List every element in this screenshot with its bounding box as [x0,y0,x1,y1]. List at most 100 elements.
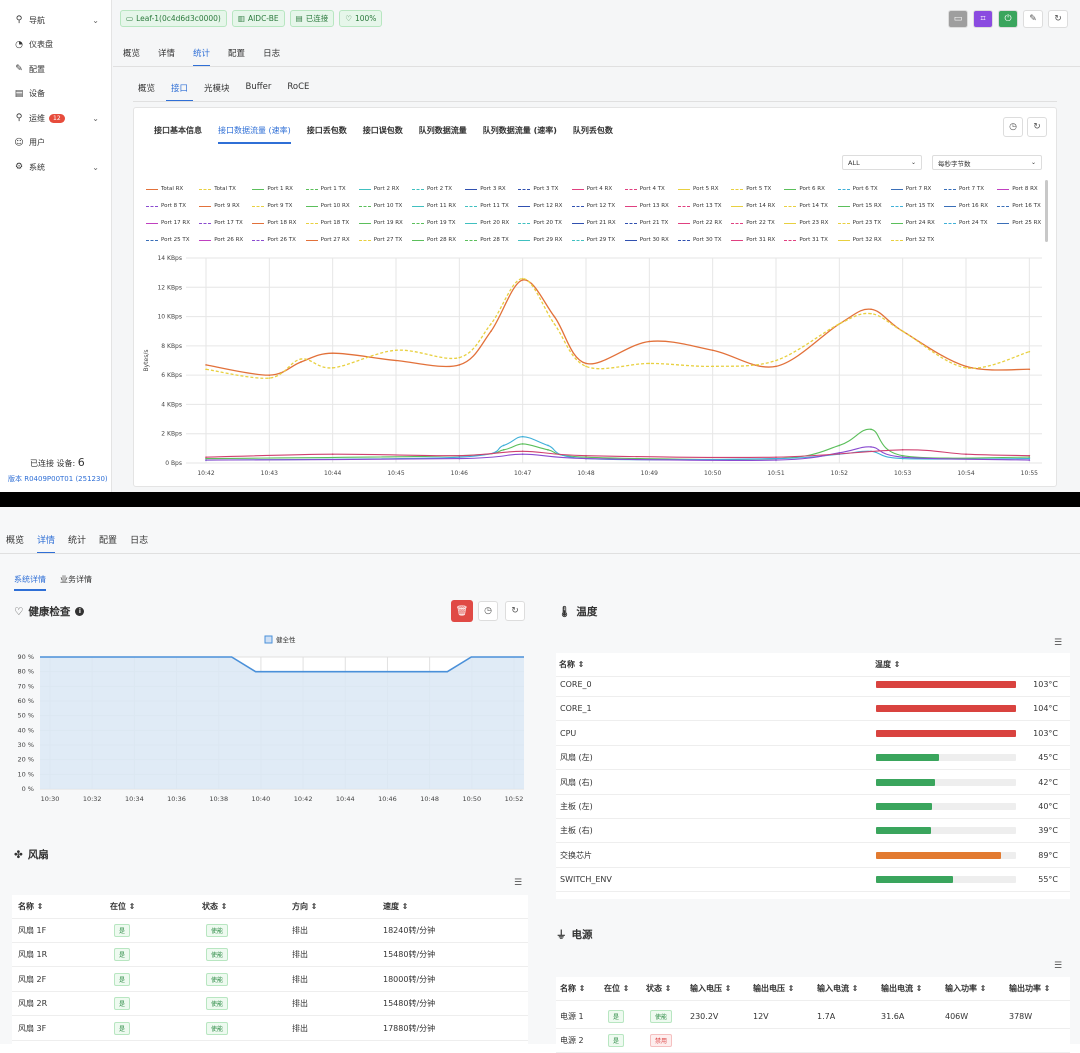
history-button[interactable]: ◷ [478,601,498,621]
legend-item[interactable]: Port 9 RX [199,203,240,209]
sidebar-item[interactable]: ⚙ 系统 ⌄ [0,155,111,180]
legend-item[interactable]: Port 31 RX [731,237,775,243]
column-header[interactable]: 输入电压 ⇕ [690,983,732,994]
legend-item[interactable]: Port 6 RX [784,186,825,192]
legend-item[interactable]: Port 2 RX [358,186,399,192]
column-header[interactable]: 名称 ⇕ [18,901,44,912]
legend-item[interactable]: Port 3 TX [518,186,558,192]
tab-item[interactable]: 队列数据流量 (速率) [483,125,557,144]
legend-item[interactable]: Port 18 RX [252,220,296,226]
column-header[interactable]: 状态 ⇕ [646,983,672,994]
legend-item[interactable]: Total RX [146,186,183,192]
tab-item[interactable]: 接口误包数 [363,125,403,144]
legend-item[interactable]: Port 21 RX [571,220,616,226]
terminal-button[interactable]: ▭ [948,10,968,28]
sidebar-item[interactable]: ⚲ 运维 12 ⌄ [0,106,111,131]
legend-item[interactable]: Port 25 RX [997,220,1041,226]
legend-item[interactable]: Port 32 TX [890,237,934,243]
tab-item[interactable]: 详情 [37,533,56,554]
tab-item[interactable]: 概览 [6,533,24,554]
column-filter-button[interactable]: ☰ [509,876,527,890]
subtab-item[interactable]: 业务详情 [60,574,92,591]
legend-item[interactable]: Port 16 TX [997,203,1041,209]
subtab-item[interactable]: 系统详情 [14,574,46,591]
legend-item[interactable]: Port 23 TX [837,220,881,226]
legend-item[interactable]: Port 16 RX [944,203,988,209]
column-header[interactable]: 在位 ⇕ [604,983,630,994]
legend-item[interactable]: Port 2 TX [412,186,452,192]
legend-item[interactable]: Port 28 TX [465,237,509,243]
legend-item[interactable]: Port 19 RX [358,220,403,226]
sidebar-item[interactable]: ☺ 用户 [0,131,111,156]
legend-item[interactable]: Total TX [199,186,236,192]
unit-select[interactable]: 每秒字节数 ⌄ [932,155,1042,170]
tab-item[interactable]: 日志 [263,47,280,67]
legend-item[interactable]: Port 8 TX [146,203,186,209]
history-button[interactable]: ◷ [1003,117,1023,137]
legend-scrollbar[interactable] [1045,180,1048,242]
legend-item[interactable]: Port 18 TX [305,220,349,226]
sidebar-item[interactable]: ▤ 设备 [0,82,111,107]
column-header[interactable]: 速度 ⇕ [383,901,409,912]
column-header[interactable]: 状态 ⇕ [202,901,228,912]
legend-item[interactable]: Port 12 RX [518,203,562,209]
legend-item[interactable]: Port 26 RX [199,237,243,243]
legend-item[interactable]: Port 17 RX [146,220,190,226]
legend-item[interactable]: Port 13 TX [678,203,722,209]
column-header[interactable]: 输入电流 ⇕ [817,983,859,994]
legend-item[interactable]: Port 29 TX [571,237,615,243]
legend-item[interactable]: Port 7 TX [944,186,984,192]
legend-item[interactable]: Port 27 TX [358,237,402,243]
legend-item[interactable]: Port 32 RX [837,237,882,243]
column-header[interactable]: 方向 ⇕ [292,901,318,912]
legend-item[interactable]: Port 12 TX [571,203,615,209]
legend-item[interactable]: Port 24 RX [890,220,935,226]
version-link[interactable]: 版本 R0409P00T01 (251230) [8,474,108,484]
legend-item[interactable]: Port 19 TX [412,220,456,226]
port-select[interactable]: ALL ⌄ [842,155,922,170]
tab-item[interactable]: 概览 [123,47,140,67]
column-header[interactable]: 输出功率 ⇕ [1009,983,1051,994]
legend-item[interactable]: Port 4 RX [571,186,612,192]
legend-item[interactable]: Port 20 TX [518,220,562,226]
column-header[interactable]: 输出电压 ⇕ [753,983,795,994]
scan-button[interactable]: ⌗ [973,10,993,28]
column-filter-button[interactable]: ☰ [1049,636,1067,650]
legend-item[interactable]: Port 4 TX [624,186,665,192]
legend-item[interactable]: Port 22 RX [678,220,722,226]
legend-item[interactable]: Port 26 TX [252,237,296,243]
tab-item[interactable]: 统计 [68,533,86,554]
column-header[interactable]: 输入功率 ⇕ [945,983,987,994]
sidebar-item[interactable]: ✎ 配置 [0,57,111,82]
legend-item[interactable]: Port 5 RX [678,186,719,192]
legend-item[interactable]: Port 22 TX [731,220,775,226]
column-filter-button[interactable]: ☰ [1049,959,1067,973]
tab-item[interactable]: 接口丢包数 [307,125,347,144]
wrench-button[interactable]: ✎ [1023,10,1043,28]
legend-item[interactable]: Port 23 RX [784,220,828,226]
legend-item[interactable]: Port 30 TX [678,237,722,243]
legend-item[interactable]: Port 13 RX [624,203,669,209]
legend-item[interactable]: Port 11 TX [465,203,509,209]
legend-item[interactable]: Port 1 RX [252,186,293,192]
legend-item[interactable]: Port 7 RX [890,186,931,192]
legend-item[interactable]: Port 15 RX [837,203,882,209]
refresh-chart-button[interactable]: ↻ [1027,117,1047,137]
legend-item[interactable]: Port 30 RX [624,237,669,243]
column-header-name[interactable]: 名称 ⇕ [559,659,585,670]
legend-item[interactable]: Port 1 TX [305,186,346,192]
legend-item[interactable]: Port 27 RX [305,237,350,243]
refresh-button[interactable]: ↻ [505,601,525,621]
column-header[interactable]: 名称 ⇕ [560,983,586,994]
legend-item[interactable]: Port 17 TX [199,220,243,226]
legend-item[interactable]: Port 10 TX [358,203,402,209]
legend-item[interactable]: Port 5 TX [731,186,771,192]
tab-item[interactable]: 统计 [193,47,211,67]
legend-item[interactable]: Port 10 RX [305,203,350,209]
legend-item[interactable]: Port 20 RX [465,220,509,226]
column-header[interactable]: 输出电流 ⇕ [881,983,923,994]
legend-label[interactable]: 健全性 [276,635,296,644]
legend-item[interactable]: Port 9 TX [252,203,292,209]
tab-item[interactable]: Buffer [241,82,277,102]
legend-item[interactable]: Port 8 RX [997,186,1038,192]
